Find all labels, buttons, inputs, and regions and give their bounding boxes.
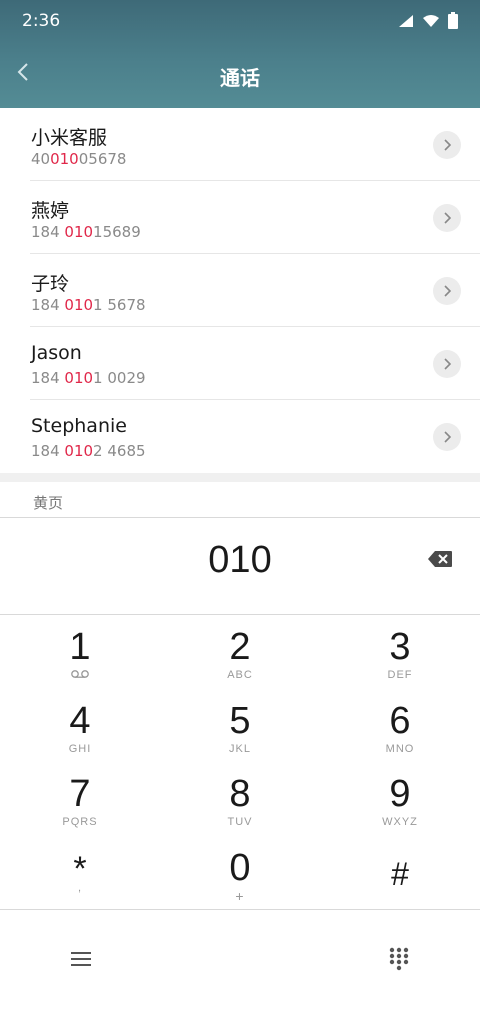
number-prefix: 184: [31, 369, 65, 387]
key-digit: 5: [229, 700, 251, 742]
menu-button[interactable]: [66, 946, 96, 976]
wifi-icon: [422, 13, 440, 32]
backspace-button[interactable]: [426, 550, 454, 572]
contact-number: 184 0102 4685: [31, 442, 146, 460]
key-star[interactable]: * ,: [0, 836, 160, 909]
key-letters: ,: [77, 882, 83, 894]
number-prefix: 184: [31, 442, 65, 460]
contact-detail-button[interactable]: [433, 277, 461, 305]
number-suffix: 2 4685: [93, 442, 146, 460]
key-digit: 7: [69, 773, 91, 815]
voicemail-icon: [0, 669, 160, 682]
bottom-bar: [0, 910, 480, 1013]
key-6[interactable]: 6 MNO: [320, 689, 480, 762]
number-suffix: 1 5678: [93, 296, 146, 314]
number-match: 010: [64, 296, 94, 314]
key-0[interactable]: 0 +: [160, 836, 320, 909]
number-match: 010: [50, 150, 79, 168]
dial-keypad: 1 2 ABC 3 DEF 4 GHI 5 JKL 6 MNO 7 PQRS 8…: [0, 615, 480, 909]
contact-list: 小米客服 4001005678 燕婷 184 01015689 子玲 184 0…: [0, 108, 480, 473]
contact-list-item[interactable]: 燕婷 184 01015689: [0, 181, 480, 254]
number-prefix: 184: [31, 296, 65, 314]
key-letters: WXYZ: [382, 816, 418, 828]
chevron-right-icon: [443, 428, 452, 447]
key-2[interactable]: 2 ABC: [160, 615, 320, 688]
yellow-pages-label[interactable]: 黄页: [33, 492, 63, 513]
chevron-right-icon: [443, 282, 452, 301]
backspace-icon: [428, 551, 452, 571]
key-letters: ABC: [227, 669, 253, 681]
number-prefix: 184: [31, 223, 65, 241]
key-4[interactable]: 4 GHI: [0, 689, 160, 762]
number-prefix: 40: [31, 150, 51, 168]
number-suffix: 05678: [78, 150, 127, 168]
key-digit: 4: [69, 700, 91, 742]
contact-name: Jason: [31, 342, 82, 364]
section-separator: [0, 473, 480, 482]
key-letters: TUV: [227, 816, 253, 828]
number-suffix: 15689: [93, 223, 141, 241]
number-match: 010: [64, 369, 94, 387]
key-digit: 0: [229, 847, 251, 889]
contact-number: 184 01015689: [31, 223, 141, 241]
signal-icon: [398, 13, 414, 32]
key-8[interactable]: 8 TUV: [160, 762, 320, 835]
contact-name: 燕婷: [31, 200, 70, 222]
contact-list-item[interactable]: 小米客服 4001005678: [0, 108, 480, 181]
number-match: 010: [64, 223, 94, 241]
contact-name: Stephanie: [31, 415, 127, 437]
title-row: 通话: [0, 52, 480, 96]
dialed-number: 010: [208, 539, 272, 581]
key-digit: #: [391, 856, 409, 892]
chevron-right-icon: [443, 355, 452, 374]
key-letters: GHI: [68, 743, 92, 755]
key-letters: +: [235, 888, 245, 904]
key-digit: 1: [69, 626, 91, 668]
status-bar: 2:36: [0, 0, 480, 44]
key-9[interactable]: 9 WXYZ: [320, 762, 480, 835]
key-digit: 3: [389, 626, 411, 668]
chevron-right-icon: [443, 136, 452, 155]
key-letters: DEF: [387, 669, 413, 681]
key-letters: JKL: [229, 743, 251, 755]
contact-list-item[interactable]: 子玲 184 0101 5678: [0, 254, 480, 327]
contact-number: 184 0101 5678: [31, 296, 146, 314]
contact-detail-button[interactable]: [433, 423, 461, 451]
contact-detail-button[interactable]: [433, 131, 461, 159]
dialpad-icon: [389, 947, 409, 975]
key-3[interactable]: 3 DEF: [320, 615, 480, 688]
number-match: 010: [64, 442, 94, 460]
contact-detail-button[interactable]: [433, 350, 461, 378]
key-letters: PQRS: [62, 816, 98, 828]
contact-list-item[interactable]: Jason 184 0101 0029: [0, 327, 480, 400]
number-suffix: 1 0029: [93, 369, 146, 387]
key-digit: *: [73, 850, 87, 888]
key-hash[interactable]: #: [320, 836, 480, 909]
status-time: 2:36: [22, 11, 61, 31]
contact-name: 小米客服: [31, 127, 108, 149]
key-letters: MNO: [385, 743, 415, 755]
battery-icon: [448, 12, 458, 33]
contact-number: 184 0101 0029: [31, 369, 146, 387]
menu-icon: [71, 951, 91, 971]
status-icons: [398, 12, 458, 33]
app-header: 2:36 通话: [0, 0, 480, 108]
page-title: 通话: [220, 66, 260, 90]
key-digit: 9: [389, 773, 411, 815]
key-digit: 6: [389, 700, 411, 742]
chevron-right-icon: [443, 209, 452, 228]
key-5[interactable]: 5 JKL: [160, 689, 320, 762]
contact-detail-button[interactable]: [433, 204, 461, 232]
dial-display: 010: [0, 518, 480, 614]
contact-name: 子玲: [31, 273, 70, 295]
key-digit: 8: [229, 773, 251, 815]
key-digit: 2: [229, 626, 251, 668]
contact-list-item[interactable]: Stephanie 184 0102 4685: [0, 400, 480, 473]
dialpad-toggle-button[interactable]: [384, 946, 414, 976]
contact-number: 4001005678: [31, 150, 126, 168]
key-7[interactable]: 7 PQRS: [0, 762, 160, 835]
key-1[interactable]: 1: [0, 615, 160, 688]
